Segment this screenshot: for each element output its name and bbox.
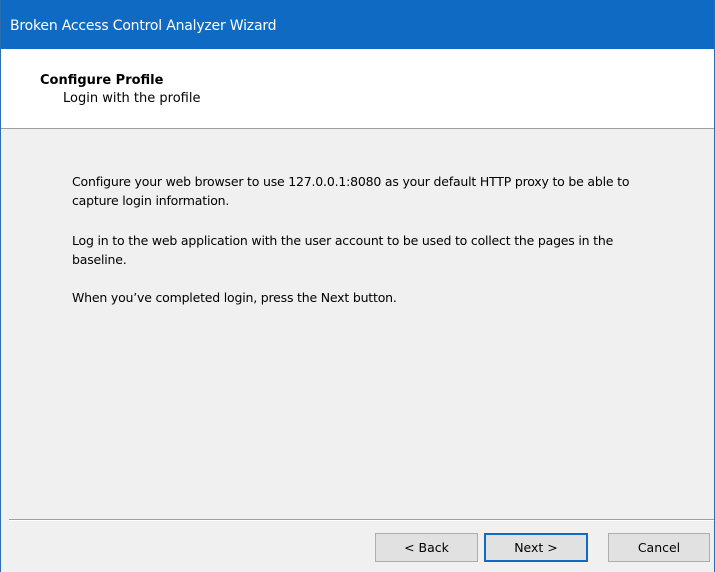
- wizard-content: Configure your web browser to use 127.0.…: [1, 129, 714, 519]
- cancel-button[interactable]: Cancel: [608, 533, 710, 562]
- instruction-next: When you’ve completed login, press the N…: [72, 290, 397, 305]
- next-button[interactable]: Next >: [484, 533, 588, 562]
- footer-divider: [9, 519, 714, 521]
- window-title: Broken Access Control Analyzer Wizard: [10, 18, 277, 34]
- wizard-header: Configure Profile Login with the profile: [1, 49, 714, 129]
- instruction-proxy: Configure your web browser to use 127.0.…: [72, 174, 630, 208]
- title-bar[interactable]: Broken Access Control Analyzer Wizard: [1, 0, 714, 49]
- back-button[interactable]: < Back: [375, 533, 478, 562]
- step-subtitle: Login with the profile: [63, 91, 201, 106]
- instruction-login: Log in to the web application with the u…: [72, 233, 614, 267]
- wizard-window: Broken Access Control Analyzer Wizard Co…: [0, 0, 715, 572]
- step-title: Configure Profile: [40, 73, 164, 88]
